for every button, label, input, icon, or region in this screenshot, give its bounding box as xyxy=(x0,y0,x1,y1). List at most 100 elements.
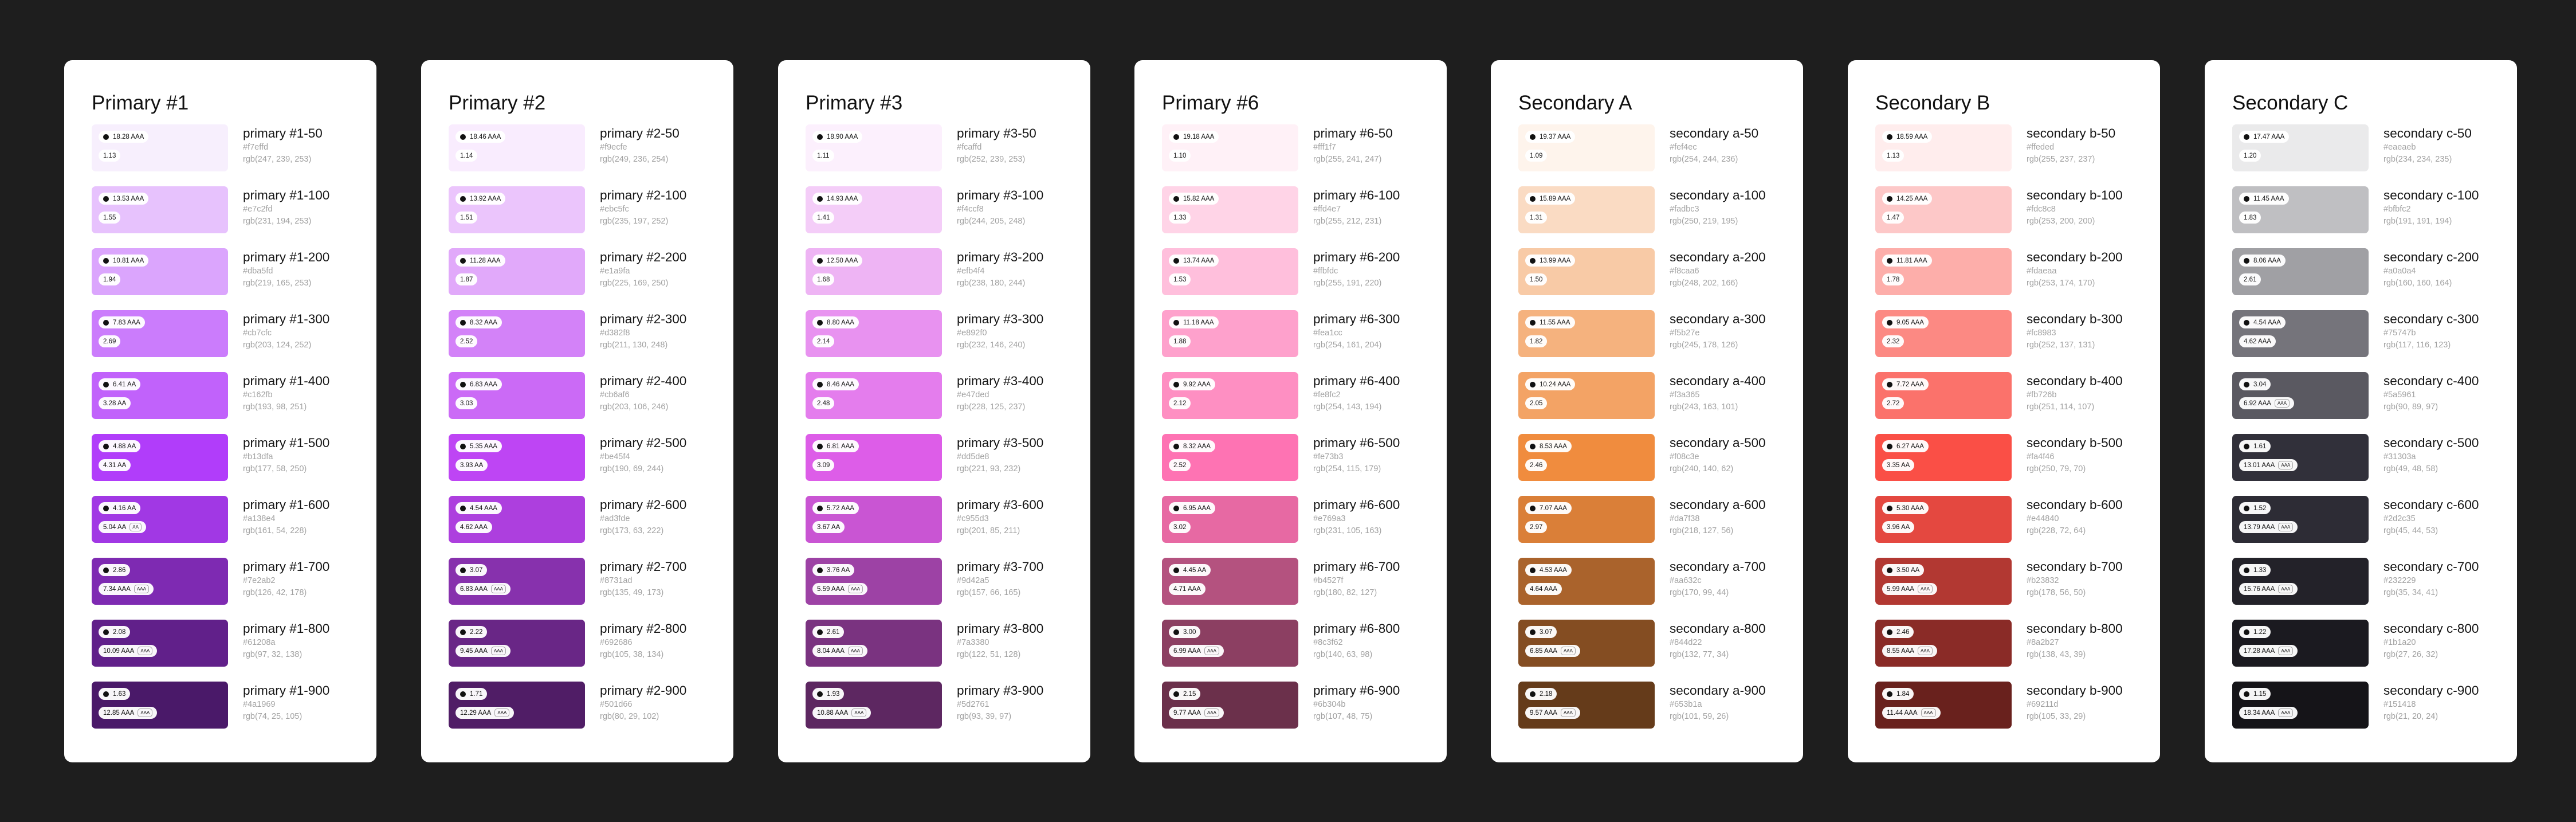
contrast-chip: 7.07 AAA xyxy=(1525,502,1572,514)
color-swatch[interactable]: 2.86 7.34 AAA AAA xyxy=(92,558,228,605)
color-swatch[interactable]: 18.46 AAA 1.14 xyxy=(449,124,585,171)
color-swatch[interactable]: 8.06 AAA 2.61 xyxy=(2232,248,2369,295)
text-sample-dot-icon xyxy=(103,629,109,635)
color-swatch[interactable]: 15.89 AAA 1.31 xyxy=(1518,186,1655,233)
color-swatch[interactable]: 13.53 AAA 1.55 xyxy=(92,186,228,233)
color-swatch[interactable]: 2.15 9.77 AAA AAA xyxy=(1162,682,1298,729)
swatch-name: primary #1-800 xyxy=(243,621,330,636)
color-swatch[interactable]: 4.54 AAA 4.62 AAA xyxy=(2232,310,2369,357)
contrast-chip: 6.81 AAA xyxy=(812,440,859,452)
color-swatch[interactable]: 11.28 AAA 1.87 xyxy=(449,248,585,295)
color-swatch[interactable]: 4.53 AAA 4.64 AAA xyxy=(1518,558,1655,605)
swatch-row: 9.05 AAA 2.32 secondary b-300 #fc8983 rgb(25… xyxy=(1875,310,2133,372)
color-swatch[interactable]: 2.08 10.09 AAA AAA xyxy=(92,620,228,667)
color-swatch[interactable]: 1.33 15.76 AAA AAA xyxy=(2232,558,2369,605)
contrast-chip: 18.90 AAA xyxy=(812,131,863,143)
color-swatch[interactable]: 6.41 AA 3.28 AA xyxy=(92,372,228,419)
contrast-value: 11.55 AAA xyxy=(1540,319,1570,326)
color-swatch[interactable]: 8.32 AAA 2.52 xyxy=(449,310,585,357)
swatch-rgb: rgb(255, 241, 247) xyxy=(1313,155,1382,164)
color-swatch[interactable]: 5.35 AAA 3.93 AA xyxy=(449,434,585,481)
color-swatch[interactable]: 1.93 10.88 AAA AAA xyxy=(806,682,942,729)
color-swatch[interactable]: 3.76 AA 5.59 AAA AAA xyxy=(806,558,942,605)
color-swatch[interactable]: 3.07 6.85 AAA AAA xyxy=(1518,620,1655,667)
color-swatch[interactable]: 7.07 AAA 2.97 xyxy=(1518,496,1655,543)
ratio-chip: 1.31 xyxy=(1525,212,1548,224)
color-swatch[interactable]: 6.83 AAA 3.03 xyxy=(449,372,585,419)
color-swatch[interactable]: 1.84 11.44 AAA AAA xyxy=(1875,682,2012,729)
text-sample-dot-icon xyxy=(1887,134,1892,140)
swatch-rgb: rgb(245, 178, 126) xyxy=(1670,340,1738,350)
color-swatch[interactable]: 13.74 AAA 1.53 xyxy=(1162,248,1298,295)
color-swatch[interactable]: 6.81 AAA 3.09 xyxy=(806,434,942,481)
color-swatch[interactable]: 11.18 AAA 1.88 xyxy=(1162,310,1298,357)
swatch-name: primary #1-400 xyxy=(243,374,330,388)
swatch-row: 13.53 AAA 1.55 primary #1-100 #e7c2fd rgb(23… xyxy=(92,186,349,248)
color-swatch[interactable]: 5.72 AAA 3.67 AA xyxy=(806,496,942,543)
color-swatch[interactable]: 8.53 AAA 2.46 xyxy=(1518,434,1655,481)
swatch-name: primary #3-300 xyxy=(957,312,1044,326)
color-swatch[interactable]: 4.45 AA 4.71 AAA xyxy=(1162,558,1298,605)
color-swatch[interactable]: 1.61 13.01 AAA AAA xyxy=(2232,434,2369,481)
color-swatch[interactable]: 3.07 6.83 AAA AAA xyxy=(449,558,585,605)
swatch-hex: #653b1a xyxy=(1670,700,1702,709)
palette-title: Primary #1 xyxy=(92,92,189,114)
swatch-hex: #da7f38 xyxy=(1670,514,1700,523)
color-swatch[interactable]: 7.83 AAA 2.69 xyxy=(92,310,228,357)
color-swatch[interactable]: 9.05 AAA 2.32 xyxy=(1875,310,2012,357)
color-swatch[interactable]: 2.61 8.04 AAA AAA xyxy=(806,620,942,667)
color-swatch[interactable]: 14.93 AAA 1.41 xyxy=(806,186,942,233)
color-swatch[interactable]: 11.81 AAA 1.78 xyxy=(1875,248,2012,295)
color-swatch[interactable]: 15.82 AAA 1.33 xyxy=(1162,186,1298,233)
ratio-chip: 13.79 AAA AAA xyxy=(2239,521,2298,533)
color-swatch[interactable]: 18.59 AAA 1.13 xyxy=(1875,124,2012,171)
color-swatch[interactable]: 8.80 AAA 2.14 xyxy=(806,310,942,357)
color-swatch[interactable]: 17.47 AAA 1.20 xyxy=(2232,124,2369,171)
color-swatch[interactable]: 1.15 18.34 AAA AAA xyxy=(2232,682,2369,729)
color-swatch[interactable]: 6.27 AAA 3.35 AA xyxy=(1875,434,2012,481)
color-swatch[interactable]: 14.25 AAA 1.47 xyxy=(1875,186,2012,233)
contrast-chip: 4.54 AAA xyxy=(2239,316,2286,328)
color-swatch[interactable]: 9.92 AAA 2.12 xyxy=(1162,372,1298,419)
ratio-value: 1.10 xyxy=(1173,152,1187,159)
color-swatch[interactable]: 1.22 17.28 AAA AAA xyxy=(2232,620,2369,667)
color-swatch[interactable]: 2.22 9.45 AAA AAA xyxy=(449,620,585,667)
color-swatch[interactable]: 13.92 AAA 1.51 xyxy=(449,186,585,233)
color-swatch[interactable]: 18.90 AAA 1.11 xyxy=(806,124,942,171)
color-swatch[interactable]: 3.00 6.99 AAA AAA xyxy=(1162,620,1298,667)
color-swatch[interactable]: 1.52 13.79 AAA AAA xyxy=(2232,496,2369,543)
swatch-row: 2.46 8.55 AAA AAA secondary b-800 #8a2b27 rgb… xyxy=(1875,620,2133,682)
color-swatch[interactable]: 1.71 12.29 AAA AAA xyxy=(449,682,585,729)
color-swatch[interactable]: 7.72 AAA 2.72 xyxy=(1875,372,2012,419)
swatch-row: 2.22 9.45 AAA AAA primary #2-800 #692686 rgb(… xyxy=(449,620,706,682)
color-swatch[interactable]: 6.95 AAA 3.02 xyxy=(1162,496,1298,543)
color-swatch[interactable]: 10.81 AAA 1.94 xyxy=(92,248,228,295)
color-swatch[interactable]: 12.50 AAA 1.68 xyxy=(806,248,942,295)
color-swatch[interactable]: 13.99 AAA 1.50 xyxy=(1518,248,1655,295)
color-swatch[interactable]: 2.18 9.57 AAA AAA xyxy=(1518,682,1655,729)
color-swatch[interactable]: 19.18 AAA 1.10 xyxy=(1162,124,1298,171)
color-swatch[interactable]: 18.28 AAA 1.13 xyxy=(92,124,228,171)
color-swatch[interactable]: 10.24 AAA 2.05 xyxy=(1518,372,1655,419)
color-swatch[interactable]: 4.54 AAA 4.62 AAA xyxy=(449,496,585,543)
text-sample-dot-icon xyxy=(1887,567,1892,573)
contrast-chip: 6.83 AAA xyxy=(455,378,502,390)
swatch-info: secondary a-600 #da7f38 rgb(218, 127, 56) xyxy=(1670,496,1766,537)
color-swatch[interactable]: 19.37 AAA 1.09 xyxy=(1518,124,1655,171)
color-swatch[interactable]: 11.55 AAA 1.82 xyxy=(1518,310,1655,357)
ratio-value: 1.68 xyxy=(817,276,830,283)
ratio-value: 2.52 xyxy=(1173,461,1187,469)
color-swatch[interactable]: 4.16 AA 5.04 AA AA xyxy=(92,496,228,543)
color-swatch[interactable]: 3.04 6.92 AAA AAA xyxy=(2232,372,2369,419)
color-swatch[interactable]: 8.32 AAA 2.52 xyxy=(1162,434,1298,481)
color-swatch[interactable]: 4.88 AA 4.31 AA xyxy=(92,434,228,481)
color-swatch[interactable]: 1.63 12.85 AAA AAA xyxy=(92,682,228,729)
swatch-info: secondary a-400 #f3a365 rgb(243, 163, 101) xyxy=(1670,372,1766,413)
color-swatch[interactable]: 8.46 AAA 2.48 xyxy=(806,372,942,419)
color-swatch[interactable]: 3.50 AA 5.99 AAA AAA xyxy=(1875,558,2012,605)
color-swatch[interactable]: 11.45 AAA 1.83 xyxy=(2232,186,2369,233)
swatch-row: 10.24 AAA 2.05 secondary a-400 #f3a365 rgb(2… xyxy=(1518,372,1776,434)
ratio-level-badge: AAA xyxy=(847,585,863,593)
color-swatch[interactable]: 2.46 8.55 AAA AAA xyxy=(1875,620,2012,667)
color-swatch[interactable]: 5.30 AAA 3.96 AA xyxy=(1875,496,2012,543)
